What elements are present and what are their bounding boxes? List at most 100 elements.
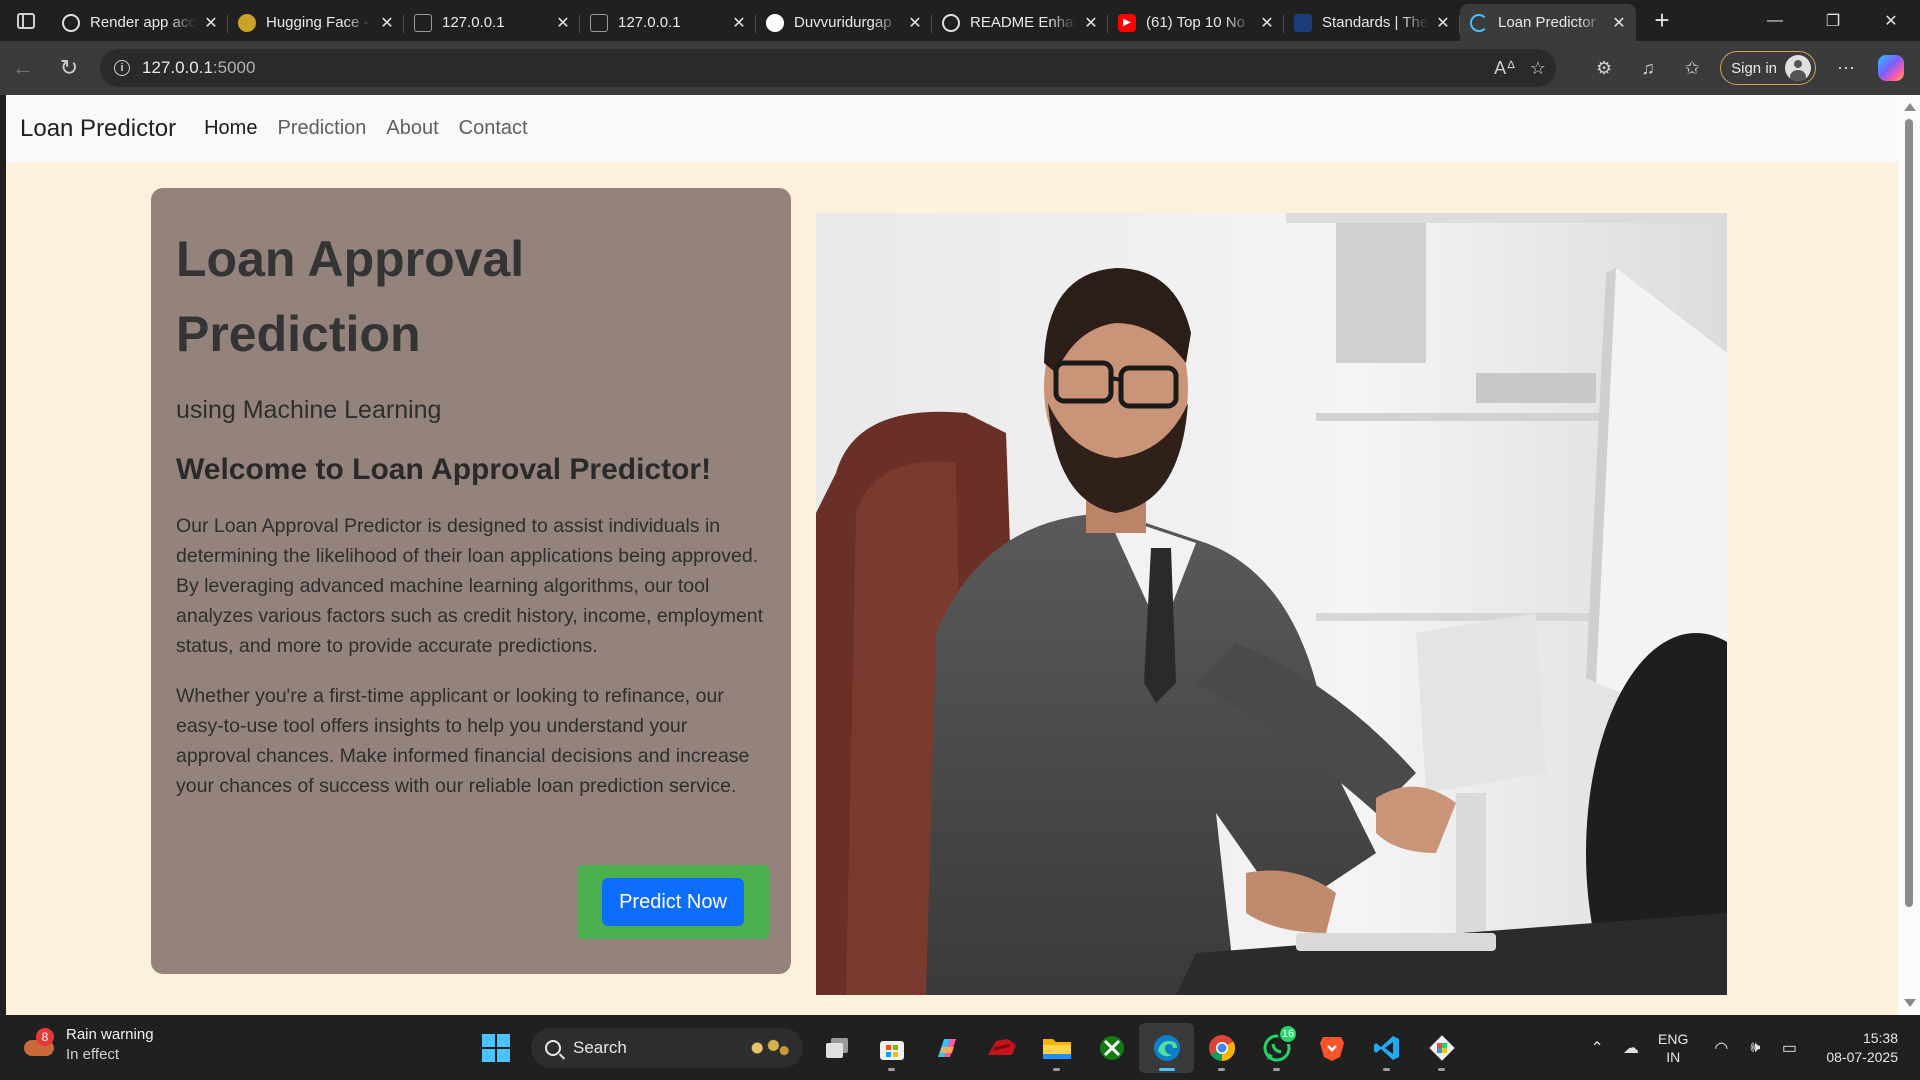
minimize-icon[interactable]: — <box>1746 0 1804 41</box>
battery-icon[interactable]: ▭ <box>1772 1038 1806 1058</box>
hero-card: Loan Approval Prediction using Machine L… <box>151 188 791 974</box>
close-window-icon[interactable]: ✕ <box>1862 0 1920 41</box>
favorites-icon[interactable]: ✩ <box>1670 48 1714 88</box>
page-icon <box>590 13 608 32</box>
extensions-icon[interactable]: ⚙ <box>1582 48 1626 88</box>
tab-title: Standards | The <box>1322 14 1428 31</box>
hugging-face-icon <box>238 13 256 32</box>
page-icon <box>414 13 432 32</box>
weather-badge: 8 <box>36 1028 54 1046</box>
site-info-icon[interactable]: i <box>114 60 130 76</box>
more-options-icon[interactable]: ⋯ <box>1824 48 1868 88</box>
browser-tab[interactable]: Standards | The ✕ <box>1284 6 1460 40</box>
brave-icon[interactable] <box>1304 1023 1359 1073</box>
nav-link-home[interactable]: Home <box>204 117 257 140</box>
onedrive-icon[interactable]: ☁ <box>1614 1038 1648 1058</box>
media-icon[interactable]: ♫ <box>1626 48 1670 88</box>
site-navbar: Loan Predictor Home Prediction About Con… <box>6 95 1898 162</box>
sign-in-button[interactable]: Sign in <box>1720 51 1816 85</box>
scroll-thumb[interactable] <box>1905 119 1913 907</box>
favorite-star-icon[interactable]: ☆ <box>1530 58 1546 79</box>
tab-actions-icon <box>17 12 35 29</box>
browser-tab[interactable]: 127.0.0.1 ✕ <box>580 6 756 40</box>
site-brand[interactable]: Loan Predictor <box>20 115 176 143</box>
tab-close-icon[interactable]: ✕ <box>730 14 748 32</box>
tab-close-icon[interactable]: ✕ <box>1082 14 1100 32</box>
tab-close-icon[interactable]: ✕ <box>202 14 220 32</box>
clock-time: 15:38 <box>1862 1029 1898 1046</box>
microsoft-store-icon[interactable] <box>864 1023 919 1073</box>
new-tab-button[interactable]: + <box>1642 4 1682 38</box>
loading-icon <box>1470 13 1488 32</box>
hero-subtitle: using Machine Learning <box>176 396 442 424</box>
sign-in-label: Sign in <box>1731 59 1777 77</box>
address-bar[interactable]: i 127.0.0.1:5000 Aᐞ ☆ <box>100 49 1556 87</box>
tab-close-icon[interactable]: ✕ <box>1610 14 1628 32</box>
youtube-icon: ▶ <box>1118 13 1136 32</box>
browser-tab[interactable]: ▶ (61) Top 10 No ✕ <box>1108 6 1284 40</box>
page-scrollbar[interactable] <box>1898 95 1920 1015</box>
weather-icon: 8 <box>22 1028 56 1062</box>
tab-title: README Enhan <box>970 14 1076 31</box>
github-icon <box>766 13 784 32</box>
details-paragraph: Whether you're a first-time applicant or… <box>176 685 750 797</box>
read-aloud-icon[interactable]: Aᐞ <box>1494 58 1516 79</box>
tab-close-icon[interactable]: ✕ <box>1434 14 1452 32</box>
predict-now-button[interactable]: Predict Now <box>602 878 744 926</box>
browser-tab[interactable]: Duvvuridurgap ✕ <box>756 6 932 40</box>
red-app-icon[interactable] <box>974 1023 1029 1073</box>
window-controls: — ❐ ✕ <box>1746 0 1920 41</box>
tab-close-icon[interactable]: ✕ <box>906 14 924 32</box>
copilot-icon[interactable] <box>1878 55 1904 81</box>
nav-link-contact[interactable]: Contact <box>459 117 528 140</box>
wifi-icon[interactable]: ◠ <box>1704 1038 1738 1058</box>
chevron-up-icon[interactable]: ⌃ <box>1580 1038 1614 1058</box>
clock[interactable]: 15:38 08-07-2025 <box>1826 1029 1898 1067</box>
git-tool-icon[interactable] <box>1414 1023 1469 1073</box>
back-icon[interactable]: ← <box>0 48 46 88</box>
hero-image <box>816 213 1727 995</box>
nav-link-about[interactable]: About <box>386 117 438 140</box>
copilot-app-icon[interactable] <box>919 1023 974 1073</box>
tab-title: Render app acc <box>90 14 196 31</box>
search-label: Search <box>573 1037 627 1057</box>
edge-icon[interactable] <box>1139 1022 1194 1073</box>
url-host: 127.0.0.1 <box>142 58 213 77</box>
browser-tab[interactable]: Hugging Face - ✕ <box>228 6 404 40</box>
nav-link-prediction[interactable]: Prediction <box>277 117 366 140</box>
restore-icon[interactable]: ❐ <box>1804 0 1862 41</box>
language-indicator[interactable]: ENG IN <box>1658 1030 1688 1066</box>
tab-close-icon[interactable]: ✕ <box>378 14 396 32</box>
vscode-icon[interactable] <box>1359 1023 1414 1073</box>
tab-title: Hugging Face - <box>266 14 369 31</box>
chrome-icon[interactable] <box>1194 1023 1249 1073</box>
start-button[interactable] <box>468 1023 523 1073</box>
tab-actions-button[interactable] <box>0 0 52 41</box>
scroll-up-icon[interactable] <box>1904 103 1916 111</box>
refresh-icon[interactable]: ↻ <box>46 48 92 88</box>
file-explorer-icon[interactable] <box>1029 1023 1084 1073</box>
weather-widget[interactable]: 8 Rain warning In effect <box>22 1025 154 1065</box>
browser-tab[interactable]: README Enhan ✕ <box>932 6 1108 40</box>
xbox-icon[interactable] <box>1084 1023 1139 1073</box>
openai-icon <box>62 13 80 32</box>
intro-paragraph: Our Loan Approval Predictor is designed … <box>176 515 764 657</box>
url-port: :5000 <box>212 58 256 77</box>
site-icon <box>1294 13 1312 32</box>
browser-tab-active[interactable]: Loan Predictor ✕ <box>1460 4 1636 41</box>
browser-tab[interactable]: Render app acc ✕ <box>52 6 228 40</box>
task-view-icon[interactable] <box>809 1023 864 1073</box>
tab-close-icon[interactable]: ✕ <box>554 14 572 32</box>
tab-title: 127.0.0.1 <box>618 14 681 31</box>
whatsapp-icon[interactable]: 16 <box>1249 1023 1304 1073</box>
hero-title: Loan Approval Prediction <box>176 231 525 362</box>
tab-title: Duvvuridurgap <box>794 14 892 31</box>
windows-icon <box>481 1033 510 1062</box>
search-highlight-icon <box>741 1034 795 1061</box>
volume-icon[interactable]: 🕪 <box>1738 1039 1772 1057</box>
taskbar-search[interactable]: Search <box>531 1027 803 1068</box>
scroll-down-icon[interactable] <box>1904 999 1916 1007</box>
tab-close-icon[interactable]: ✕ <box>1258 14 1276 32</box>
browser-tab[interactable]: 127.0.0.1 ✕ <box>404 6 580 40</box>
welcome-heading: Welcome to Loan Approval Predictor! <box>176 453 712 486</box>
